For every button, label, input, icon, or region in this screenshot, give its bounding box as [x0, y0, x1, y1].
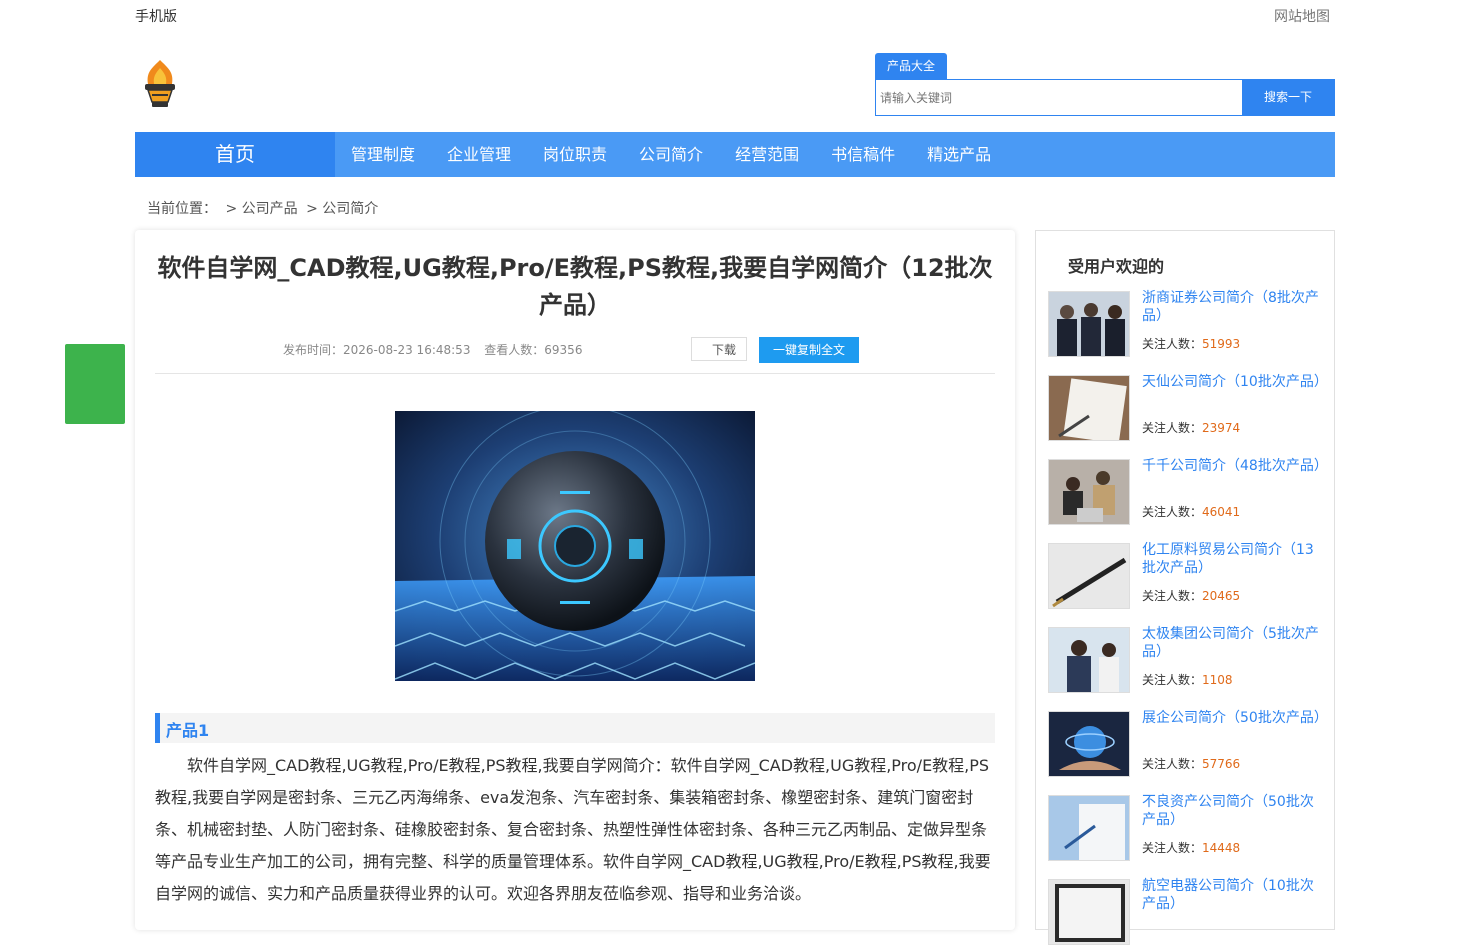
item-title[interactable]: 千千公司简介（48批次产品） [1142, 457, 1328, 475]
view-count: 查看人数：69356 [484, 343, 583, 357]
list-item[interactable]: 展企公司简介（50批次产品） 关注人数：57766 [1048, 709, 1328, 781]
item-count: 关注人数：20465 [1142, 589, 1241, 603]
item-count: 关注人数：51993 [1142, 337, 1241, 351]
article-image [395, 411, 755, 681]
side-download-button[interactable]: 点击下载 本文文档 [65, 344, 125, 438]
section-heading: 产品1 [155, 713, 995, 743]
sitemap-link[interactable]: 网站地图 [1274, 6, 1330, 26]
item-count: 关注人数：14448 [1142, 841, 1241, 855]
breadcrumb-item[interactable]: > 公司产品 [225, 201, 297, 217]
list-item[interactable]: 天仙公司简介（10批次产品） 关注人数：23974 [1048, 373, 1328, 445]
thumbnail-notebook[interactable] [1048, 879, 1130, 945]
item-title[interactable]: 航空电器公司简介（10批次产品） [1142, 877, 1322, 913]
search-box: 搜索一下 [875, 79, 1335, 116]
article-panel: 软件自学网_CAD教程,UG教程,Pro/E教程,PS教程,我要自学网简介（12… [135, 230, 1015, 930]
item-title[interactable]: 化工原料贸易公司简介（13批次产品） [1142, 541, 1322, 577]
nav-item[interactable]: 精选产品 [911, 132, 1007, 177]
copy-all-button[interactable]: 一键复制全文 [759, 337, 859, 363]
list-item[interactable]: 航空电器公司简介（10批次产品） [1048, 877, 1328, 949]
download-label: 下载 [711, 343, 736, 357]
item-title[interactable]: 天仙公司简介（10批次产品） [1142, 373, 1328, 391]
item-title[interactable]: 太极集团公司简介（5批次产品） [1142, 625, 1322, 661]
list-item[interactable]: 不良资产公司简介（50批次产品） 关注人数：14448 [1048, 793, 1328, 865]
thumbnail-fountain-pen[interactable] [1048, 543, 1130, 609]
nav-home[interactable]: 首页 [135, 132, 335, 177]
divider [155, 373, 995, 374]
list-item[interactable]: 太极集团公司简介（5批次产品） 关注人数：1108 [1048, 625, 1328, 697]
nav-item[interactable]: 管理制度 [335, 132, 431, 177]
item-title[interactable]: 不良资产公司简介（50批次产品） [1142, 793, 1322, 829]
sidebar-heading: 受用户欢迎的 [1068, 257, 1165, 276]
nav-item[interactable]: 企业管理 [431, 132, 527, 177]
nav-item[interactable]: 岗位职责 [527, 132, 623, 177]
thumbnail-office-meeting[interactable] [1048, 459, 1130, 525]
article-meta: 发布时间：2026-08-23 16:48:53 查看人数：69356 [283, 341, 592, 358]
list-item[interactable]: 浙商证券公司简介（8批次产品） 关注人数：51993 [1048, 289, 1328, 361]
nav-item[interactable]: 书信稿件 [815, 132, 911, 177]
breadcrumb-item[interactable]: > 公司简介 [306, 201, 378, 217]
breadcrumb-label: 当前位置： [147, 201, 217, 217]
top-bar: 手机版 网站地图 [135, 0, 1335, 30]
list-item[interactable]: 化工原料贸易公司简介（13批次产品） 关注人数：20465 [1048, 541, 1328, 613]
search-button[interactable]: 搜索一下 [1242, 80, 1334, 115]
publish-time: 发布时间：2026-08-23 16:48:53 [283, 343, 471, 357]
nav-item[interactable]: 公司简介 [623, 132, 719, 177]
item-count: 关注人数：1108 [1142, 673, 1233, 687]
thumbnail-signing-document[interactable] [1048, 795, 1130, 861]
thumbnail-team-discussion[interactable] [1048, 627, 1130, 693]
thumbnail-business-people[interactable] [1048, 291, 1130, 357]
item-title[interactable]: 展企公司简介（50批次产品） [1142, 709, 1328, 727]
article-body: 软件自学网_CAD教程,UG教程,Pro/E教程,PS教程,我要自学网简介：软件… [155, 756, 991, 903]
search-category-tab[interactable]: 产品大全 [875, 53, 947, 79]
search-input[interactable] [876, 80, 1250, 115]
download-button[interactable]: 下载 [691, 337, 747, 361]
nav-item[interactable]: 经营范围 [719, 132, 815, 177]
list-item[interactable]: 千千公司简介（48批次产品） 关注人数：46041 [1048, 457, 1328, 529]
breadcrumb: 当前位置： > 公司产品 > 公司简介 [147, 198, 382, 218]
item-title[interactable]: 浙商证券公司简介（8批次产品） [1142, 289, 1322, 325]
popular-sidebar: 受用户欢迎的 浙商证券公司简介（8批次产品） 关注人数：51993 天仙公司简介… [1035, 230, 1335, 945]
mobile-link[interactable]: 手机版 [135, 6, 177, 26]
torch-logo-icon[interactable] [140, 58, 180, 110]
thumbnail-globe-hands[interactable] [1048, 711, 1130, 777]
article-title: 软件自学网_CAD教程,UG教程,Pro/E教程,PS教程,我要自学网简介（12… [157, 254, 993, 319]
item-count: 关注人数：57766 [1142, 757, 1241, 771]
main-nav: 首页 管理制度 企业管理 岗位职责 公司简介 经营范围 书信稿件 精选产品 [135, 132, 1335, 177]
section-title: 产品1 [166, 721, 210, 740]
item-count: 关注人数：46041 [1142, 505, 1241, 519]
side-download-line2: 本文文档 [70, 424, 119, 438]
thumbnail-document-pen[interactable] [1048, 375, 1130, 441]
item-count: 关注人数：23974 [1142, 421, 1241, 435]
